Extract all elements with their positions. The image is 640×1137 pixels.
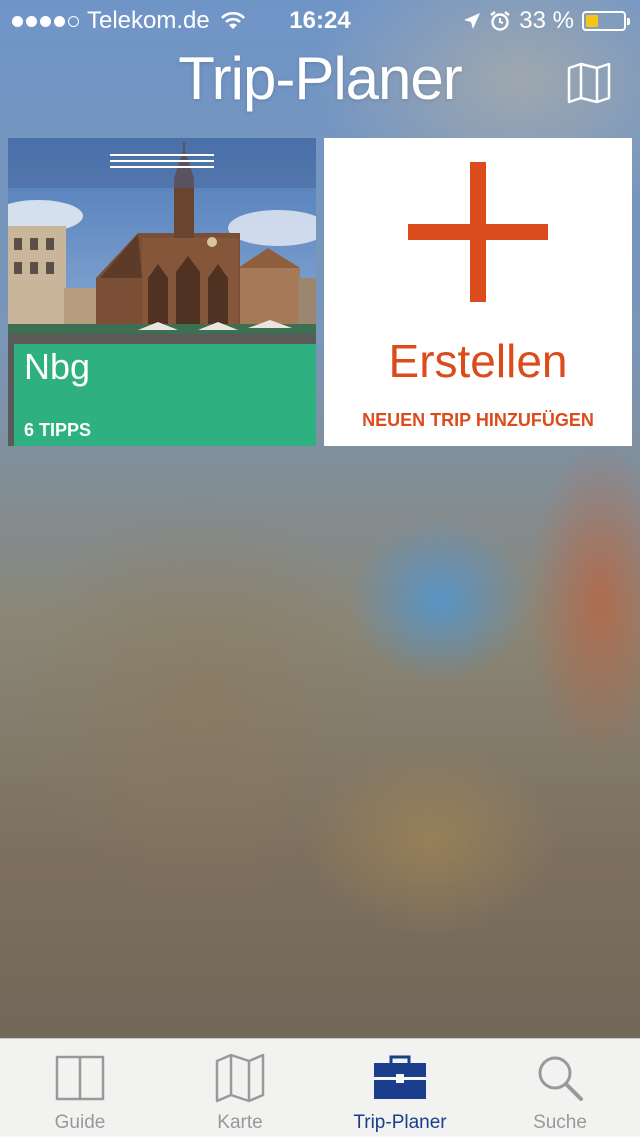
trip-name: Nbg bbox=[24, 346, 91, 387]
tab-label: Guide bbox=[54, 1112, 106, 1133]
tab-trip-planer[interactable]: Trip-Planer bbox=[320, 1039, 480, 1137]
briefcase-icon bbox=[374, 1055, 426, 1099]
tab-bar: Guide Karte Trip-Planer Suche bbox=[0, 1038, 640, 1137]
add-trip-title: Erstellen bbox=[388, 335, 568, 387]
battery-percent: 33 % bbox=[519, 7, 574, 34]
tab-guide[interactable]: Guide bbox=[0, 1039, 160, 1137]
tab-label: Karte bbox=[217, 1112, 263, 1133]
location-arrow-icon bbox=[464, 13, 481, 29]
tab-karte[interactable]: Karte bbox=[160, 1039, 320, 1137]
page-title: Trip-Planer bbox=[178, 45, 463, 112]
trip-tips-count: 6 TIPPS bbox=[24, 420, 92, 440]
search-icon bbox=[538, 1056, 583, 1101]
add-trip-subtitle: NEUEN TRIP HINZUFÜGEN bbox=[362, 410, 594, 430]
map-icon bbox=[215, 1053, 265, 1103]
alarm-icon bbox=[490, 11, 511, 31]
tab-label: Trip-Planer bbox=[353, 1112, 447, 1133]
tab-label: Suche bbox=[533, 1112, 587, 1133]
plus-icon bbox=[408, 162, 548, 302]
status-bar: Telekom.de 16:24 33 % bbox=[0, 0, 640, 40]
add-trip-card[interactable]: Erstellen NEUEN TRIP HINZUFÜGEN bbox=[324, 138, 632, 446]
book-icon bbox=[55, 1055, 105, 1101]
trip-info-panel: Nbg 6 TIPPS bbox=[14, 344, 316, 446]
map-icon[interactable] bbox=[566, 62, 612, 104]
battery-icon bbox=[582, 11, 630, 31]
trip-card-header bbox=[8, 138, 316, 188]
tab-suche[interactable]: Suche bbox=[480, 1039, 640, 1137]
drag-handle-icon[interactable] bbox=[110, 150, 214, 174]
trip-card[interactable]: Nbg 6 TIPPS bbox=[8, 138, 316, 446]
